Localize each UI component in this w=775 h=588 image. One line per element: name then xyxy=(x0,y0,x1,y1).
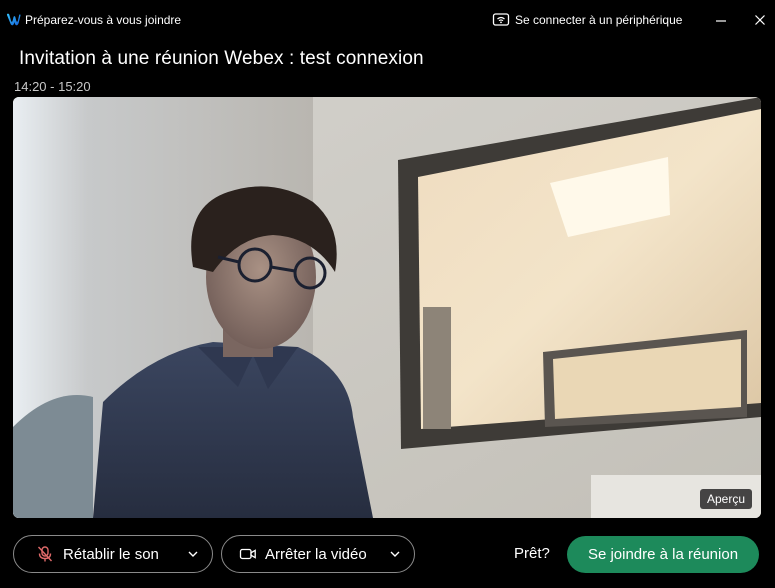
preview-badge: Aperçu xyxy=(699,489,752,509)
join-preview-window: Préparez-vous à vous joindre Se connecte… xyxy=(0,0,775,588)
stop-video-button[interactable]: Arrêter la vidéo xyxy=(221,535,415,573)
close-button[interactable] xyxy=(750,10,770,30)
title-bar: Préparez-vous à vous joindre Se connecte… xyxy=(0,0,775,40)
microphone-muted-icon xyxy=(37,546,53,562)
stop-video-label: Arrêter la vidéo xyxy=(265,545,367,563)
unmute-audio-button[interactable]: Rétablir le son xyxy=(13,535,213,573)
webex-logo-icon xyxy=(6,13,21,26)
ready-prompt: Prêt? xyxy=(514,545,550,562)
minimize-button[interactable] xyxy=(711,10,731,30)
close-icon xyxy=(755,15,765,25)
camera-feed-image xyxy=(13,97,761,518)
self-view-video: Aperçu xyxy=(13,97,761,518)
connect-device-button[interactable]: Se connecter à un périphérique xyxy=(492,10,682,30)
connect-device-label: Se connecter à un périphérique xyxy=(515,13,683,27)
meeting-time: 14:20 - 15:20 xyxy=(14,79,91,94)
chevron-down-icon[interactable] xyxy=(388,547,402,561)
unmute-audio-label: Rétablir le son xyxy=(63,545,159,563)
video-camera-icon xyxy=(239,548,256,560)
minimize-icon xyxy=(716,20,726,22)
chevron-down-icon[interactable] xyxy=(186,547,200,561)
window-title: Préparez-vous à vous joindre xyxy=(25,13,182,27)
wifi-device-icon xyxy=(492,13,510,26)
meeting-title: Invitation à une réunion Webex : test co… xyxy=(19,48,424,69)
join-meeting-button[interactable]: Se joindre à la réunion xyxy=(567,536,759,573)
